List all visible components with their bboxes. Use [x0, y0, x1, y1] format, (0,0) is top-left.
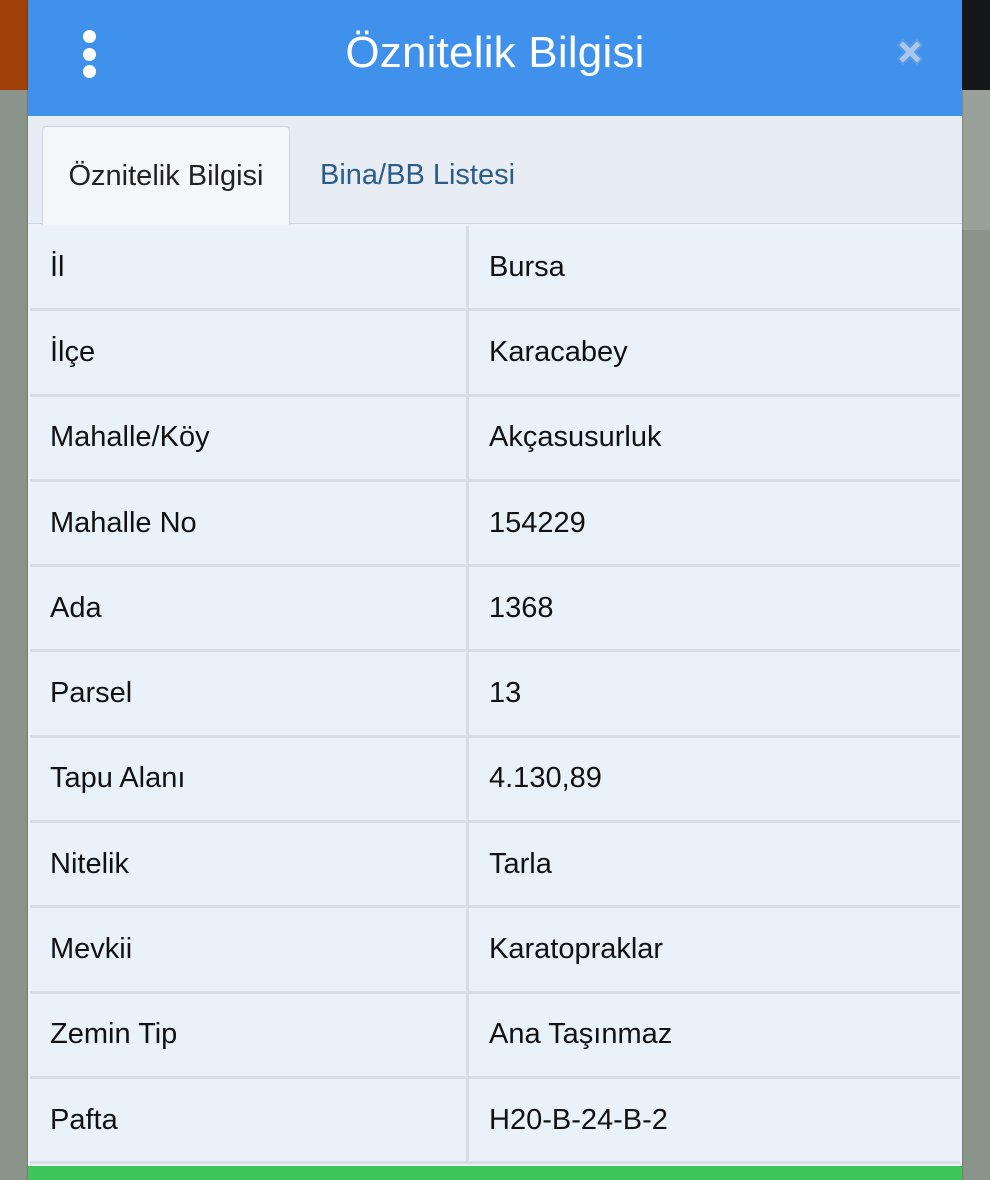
menu-dot	[82, 30, 96, 43]
table-row: Tapu Alanı 4.130,89	[30, 737, 960, 824]
attribute-key: İl	[30, 226, 469, 309]
attribute-key: Mevkii	[30, 908, 469, 991]
table-row: Pafta H20-B-24-B-2	[30, 1078, 960, 1165]
footer-green-bar	[28, 1166, 962, 1180]
menu-dot	[82, 65, 96, 78]
attribute-value: Bursa	[469, 226, 960, 309]
attribute-value: Tarla	[469, 823, 960, 906]
attribute-value: 13	[469, 652, 960, 735]
attribute-key: Mahalle No	[30, 481, 469, 565]
table-row: Mahalle No 154229	[30, 481, 960, 568]
tab-bar: Öznitelik Bilgisi Bina/BB Listesi	[28, 116, 962, 225]
attribute-key: Tapu Alanı	[30, 737, 469, 821]
attribute-value: H20-B-24-B-2	[469, 1078, 960, 1162]
background-right-strip	[962, 90, 990, 230]
attribute-key: Pafta	[30, 1078, 469, 1162]
table-row: Mevkii Karatopraklar	[30, 908, 960, 994]
attribute-value: Karacabey	[469, 311, 960, 394]
dialog-titlebar: Öznitelik Bilgisi	[28, 0, 962, 116]
attribute-table: İl Bursa İlçe Karacabey Mahalle/Köy Akça…	[28, 224, 962, 1165]
table-row: Mahalle/Köy Akçasusurluk	[30, 396, 960, 482]
dialog-title: Öznitelik Bilgisi	[345, 28, 645, 77]
table-row: İlçe Karacabey	[30, 311, 960, 397]
attribute-value: 154229	[469, 481, 960, 565]
tab-label: Öznitelik Bilgisi	[68, 159, 264, 192]
attribute-key: Parsel	[30, 652, 469, 735]
tab-bina-bb-listesi[interactable]: Bina/BB Listesi	[320, 126, 515, 224]
attribute-key: Zemin Tip	[30, 993, 469, 1076]
tab-oznitelik-bilgisi[interactable]: Öznitelik Bilgisi	[42, 126, 290, 225]
vertical-dots-icon[interactable]	[78, 30, 100, 78]
attribute-value: Ana Taşınmaz	[469, 993, 960, 1076]
attribute-key: Nitelik	[30, 823, 469, 906]
background-right-top	[962, 0, 990, 90]
attribute-key: İlçe	[30, 311, 469, 394]
attribute-value: Akçasusurluk	[469, 396, 960, 479]
background-left-strip	[0, 0, 28, 90]
menu-dot	[82, 47, 96, 61]
attribute-value: 4.130,89	[469, 737, 960, 821]
table-row: Nitelik Tarla	[30, 823, 960, 909]
table-row: Ada 1368	[30, 567, 960, 653]
tab-label: Bina/BB Listesi	[320, 158, 516, 191]
attribute-value: Karatopraklar	[469, 908, 960, 991]
table-row: Zemin Tip Ana Taşınmaz	[30, 993, 960, 1079]
table-row: İl Bursa	[30, 226, 960, 312]
attribute-dialog: Öznitelik Bilgisi Öznitelik Bilgisi Bina…	[28, 0, 962, 1180]
attribute-key: Ada	[30, 567, 469, 650]
attribute-key: Mahalle/Köy	[30, 396, 469, 479]
attribute-value: 1368	[469, 567, 960, 650]
close-x-icon[interactable]	[892, 34, 928, 70]
table-row: Parsel 13	[30, 652, 960, 738]
